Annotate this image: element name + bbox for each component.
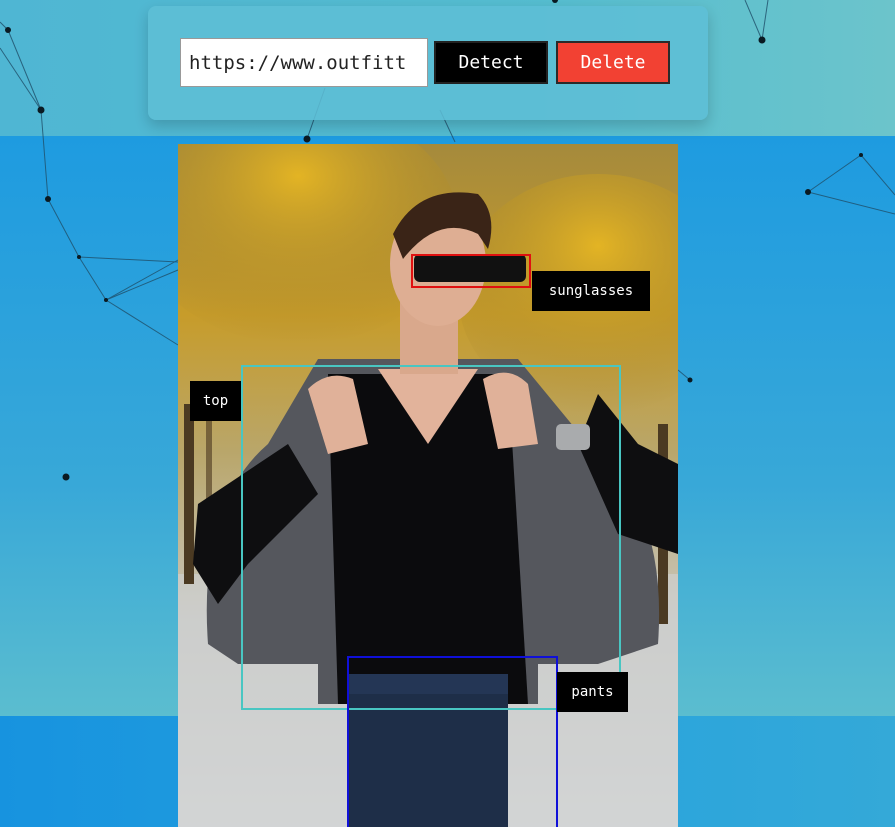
image-url-input[interactable] — [180, 38, 428, 87]
pants-label: pants — [557, 672, 628, 712]
sunglasses-bounding-box — [411, 254, 531, 288]
top-label: top — [190, 381, 241, 421]
sunglasses-label: sunglasses — [532, 271, 650, 311]
detect-button[interactable]: Detect — [434, 41, 548, 84]
pants-bounding-box — [347, 656, 558, 827]
delete-button[interactable]: Delete — [556, 41, 670, 84]
